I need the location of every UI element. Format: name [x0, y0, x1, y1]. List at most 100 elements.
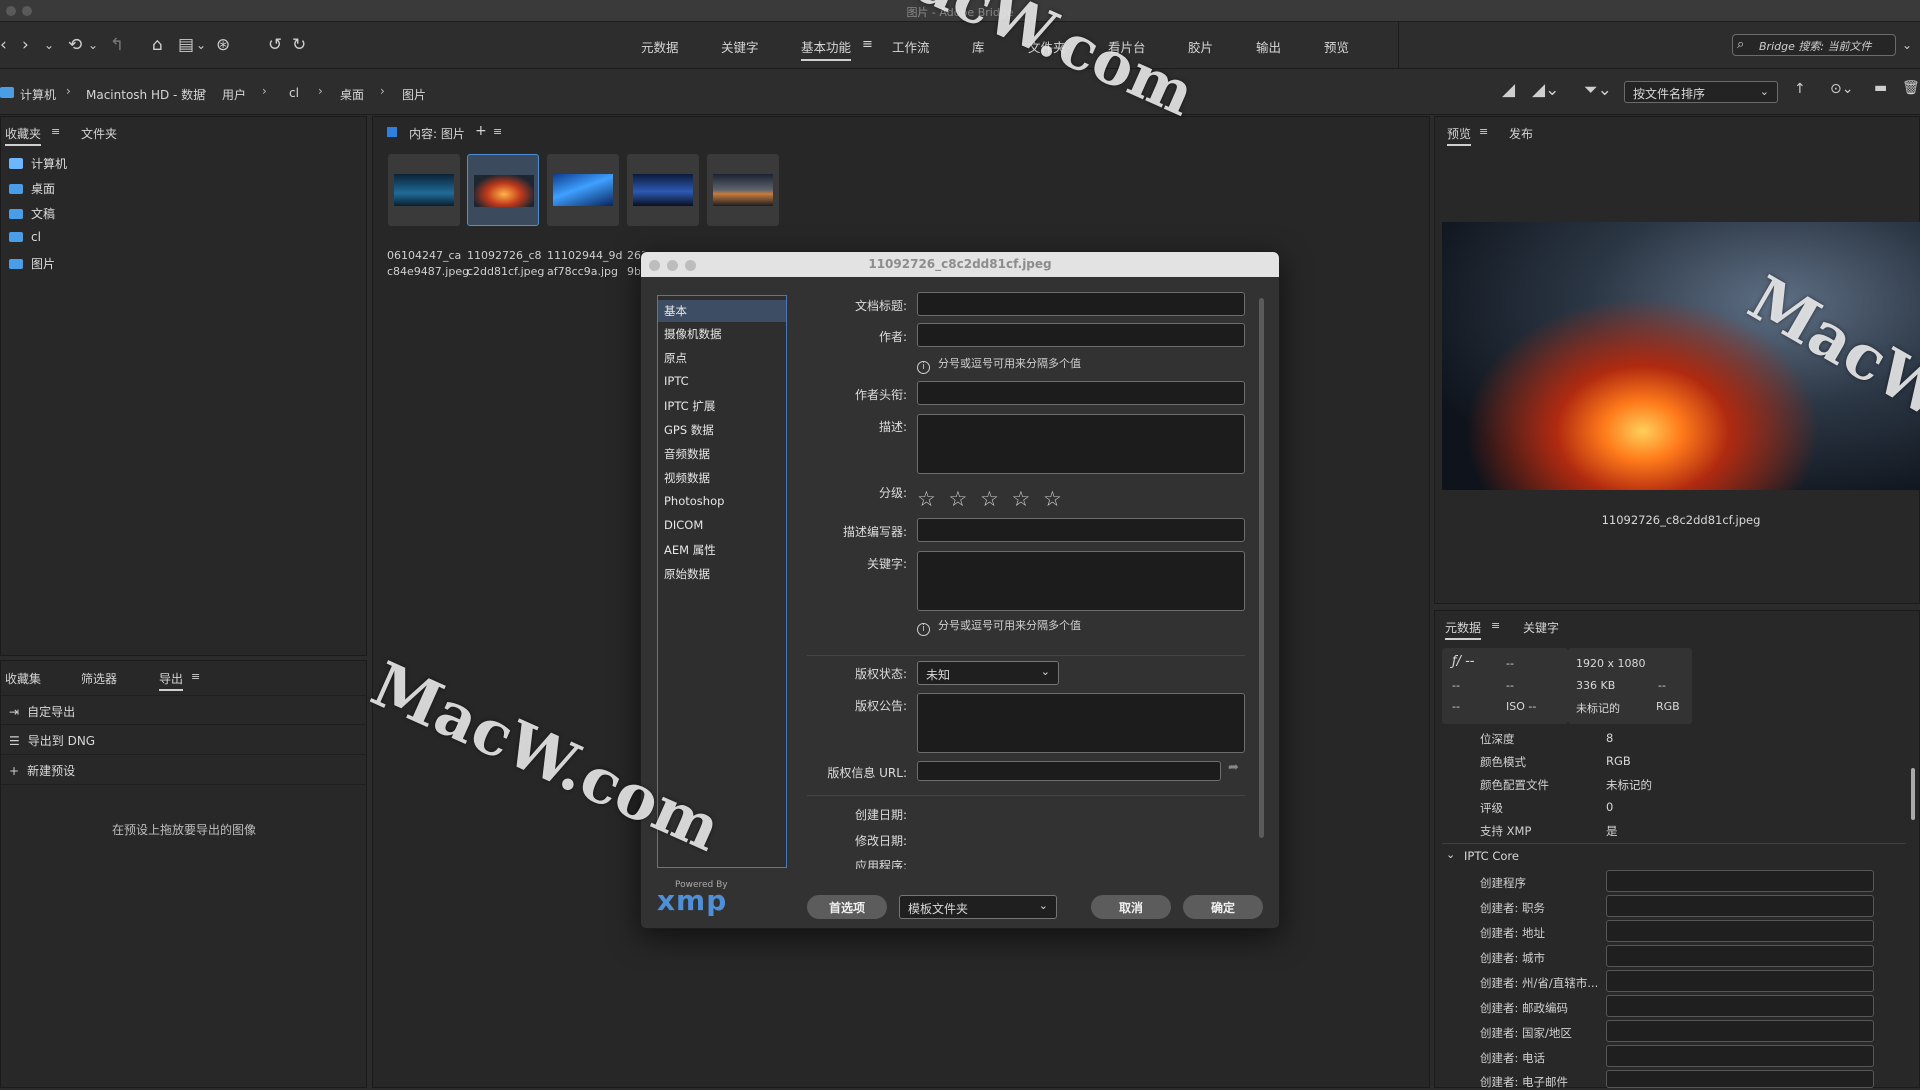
tab-preview[interactable]: 预览	[1447, 125, 1472, 146]
breadcrumb-pictures[interactable]: 图片	[402, 86, 426, 103]
iptc-field[interactable]	[1606, 945, 1874, 967]
rating-stars[interactable]: ☆ ☆ ☆ ☆ ☆	[917, 487, 1065, 511]
tab-filter[interactable]: 筛选器	[81, 670, 117, 687]
open-recent-icon[interactable]: ⊙⌄	[1830, 81, 1853, 97]
panel-menu-icon[interactable]: ≡	[493, 125, 502, 138]
category-raw-data[interactable]: 原始数据	[664, 566, 710, 582]
tab-content[interactable]: 内容: 图片	[409, 125, 465, 142]
iptc-field[interactable]	[1606, 920, 1874, 942]
thumbnail[interactable]	[388, 154, 460, 226]
breadcrumb-computer[interactable]: 计算机	[20, 86, 56, 103]
thumbnail-selected[interactable]	[467, 154, 539, 226]
sort-ascending-icon[interactable]: ↑	[1794, 81, 1806, 97]
iptc-field[interactable]	[1606, 1045, 1874, 1067]
tab-collections[interactable]: 收藏集	[5, 670, 41, 687]
favorite-item-computer[interactable]: 计算机	[9, 155, 67, 172]
new-folder-icon[interactable]: ▬	[1874, 80, 1887, 96]
thumbnail[interactable]	[547, 154, 619, 226]
category-iptc[interactable]: IPTC	[664, 374, 689, 388]
recent-history-icon[interactable]: ⟲	[68, 35, 82, 55]
keywords-textarea[interactable]	[917, 551, 1245, 611]
tab-folders[interactable]: 文件夹	[81, 125, 117, 142]
iptc-field[interactable]	[1606, 970, 1874, 992]
iptc-field[interactable]	[1606, 895, 1874, 917]
category-gps[interactable]: GPS 数据	[664, 422, 714, 438]
panel-menu-icon[interactable]: ≡	[191, 670, 200, 683]
quality-icon[interactable]: ◢	[1502, 80, 1515, 100]
refine-icon[interactable]: ▤	[178, 35, 194, 55]
rotate-right-icon[interactable]: ↻	[292, 35, 306, 55]
chevron-down-icon[interactable]: ⌄	[1446, 848, 1455, 861]
chevron-down-icon[interactable]: ⌄	[196, 38, 206, 52]
category-origin[interactable]: 原点	[664, 350, 687, 366]
dialog-close-dot[interactable]	[649, 260, 660, 271]
iptc-field[interactable]	[1606, 1070, 1874, 1088]
ok-button[interactable]: 确定	[1183, 895, 1263, 919]
chevron-down-icon[interactable]: ⌄	[44, 38, 54, 52]
workspace-essentials[interactable]: 基本功能	[801, 37, 852, 61]
category-camera-data[interactable]: 摄像机数据	[664, 326, 722, 342]
template-folder-select[interactable]: 模板文件夹 ⌄	[899, 895, 1057, 919]
panel-menu-icon[interactable]: ≡	[51, 125, 60, 138]
dialog-scrollbar[interactable]	[1259, 298, 1264, 838]
favorite-item-cl[interactable]: cl	[9, 230, 41, 244]
iptc-core-header[interactable]: IPTC Core	[1464, 849, 1519, 863]
description-textarea[interactable]	[917, 414, 1245, 474]
back-icon[interactable]: ‹	[0, 35, 7, 55]
category-basic[interactable]: 基本	[658, 300, 786, 322]
workspace-metadata[interactable]: 元数据	[641, 37, 679, 56]
iptc-field[interactable]	[1606, 995, 1874, 1017]
breadcrumb-desktop[interactable]: 桌面	[340, 86, 364, 103]
rating-filter-icon[interactable]: ◢⌄	[1532, 80, 1559, 100]
panel-menu-icon[interactable]: ≡	[1479, 125, 1488, 138]
preferences-button[interactable]: 首选项	[807, 895, 887, 919]
workspace-workflow[interactable]: 工作流	[892, 37, 930, 56]
tab-keywords[interactable]: 关键字	[1523, 619, 1559, 636]
dialog-minimize-dot[interactable]	[667, 260, 678, 271]
add-tab-icon[interactable]: +	[475, 123, 487, 139]
export-item-custom[interactable]: ⇥ 自定导出	[1, 695, 367, 725]
forward-icon[interactable]: ›	[22, 35, 29, 55]
favorite-item-desktop[interactable]: 桌面	[9, 180, 55, 197]
tab-metadata[interactable]: 元数据	[1445, 619, 1482, 640]
copyright-url-input[interactable]	[917, 761, 1221, 781]
thumbnail[interactable]	[707, 154, 779, 226]
iptc-field[interactable]	[1606, 1020, 1874, 1042]
workspace-output[interactable]: 输出	[1256, 37, 1281, 56]
iptc-field[interactable]	[1606, 870, 1874, 892]
open-in-camera-raw-icon[interactable]: ⊛	[216, 35, 230, 55]
search-input[interactable]: Bridge 搜索: 当前文件	[1732, 34, 1896, 56]
workspace-menu-icon[interactable]: ≡	[862, 37, 873, 52]
tab-favorites[interactable]: 收藏夹	[5, 125, 42, 146]
category-video[interactable]: 视频数据	[664, 470, 710, 486]
sort-select[interactable]: 按文件名排序 ⌄	[1624, 81, 1778, 103]
rotate-left-icon[interactable]: ↺	[268, 35, 282, 55]
doc-title-input[interactable]	[917, 292, 1245, 316]
author-input[interactable]	[917, 323, 1245, 347]
breadcrumb-users[interactable]: 用户	[222, 86, 246, 103]
panel-menu-icon[interactable]: ≡	[1491, 619, 1500, 632]
author-title-input[interactable]	[917, 381, 1245, 405]
chevron-down-icon[interactable]: ⌄	[88, 38, 98, 52]
category-dicom[interactable]: DICOM	[664, 518, 703, 532]
category-aem[interactable]: AEM 属性	[664, 542, 716, 558]
trash-icon[interactable]: 🗑	[1902, 80, 1920, 96]
return-icon[interactable]: ↰	[110, 35, 124, 55]
copyright-notice-textarea[interactable]	[917, 693, 1245, 753]
category-iptc-extension[interactable]: IPTC 扩展	[664, 398, 715, 414]
workspace-preview[interactable]: 预览	[1324, 37, 1349, 56]
breadcrumb-cl[interactable]: cl	[289, 86, 299, 100]
cancel-button[interactable]: 取消	[1091, 895, 1171, 919]
workspace-filmstrip[interactable]: 胶片	[1188, 37, 1213, 56]
tab-publish[interactable]: 发布	[1509, 125, 1533, 142]
metadata-scrollbar[interactable]	[1911, 768, 1915, 820]
camera-import-icon[interactable]: ⌂	[152, 35, 163, 55]
chevron-down-icon[interactable]: ⌄	[1902, 38, 1912, 52]
thumbnail[interactable]	[627, 154, 699, 226]
favorite-item-documents[interactable]: 文稿	[9, 205, 55, 222]
category-photoshop[interactable]: Photoshop	[664, 494, 724, 508]
tab-export[interactable]: 导出	[159, 670, 184, 691]
breadcrumb-macintosh-hd[interactable]: Macintosh HD - 数据	[86, 86, 205, 103]
open-url-icon[interactable]: ➦	[1228, 760, 1239, 775]
export-item-dng[interactable]: ☰ 导出到 DNG	[1, 725, 367, 755]
